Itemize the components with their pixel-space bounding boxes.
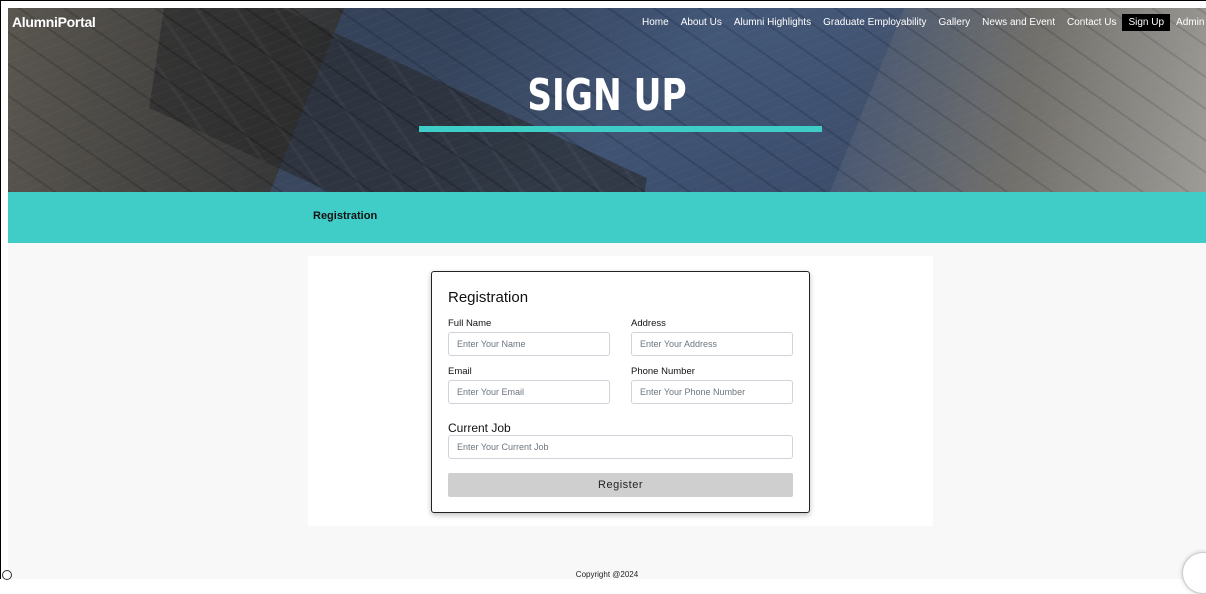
- main-nav: Home About Us Alumni Highlights Graduate…: [636, 14, 1206, 31]
- section-band-title: Registration: [313, 210, 378, 222]
- nav-graduate-employability[interactable]: Graduate Employability: [817, 14, 932, 31]
- nav-contact-us[interactable]: Contact Us: [1061, 14, 1122, 31]
- registration-card: Registration Full Name Address Email Pho…: [431, 271, 810, 513]
- email-label: Email: [448, 366, 472, 377]
- hero-banner: AlumniPortal Home About Us Alumni Highli…: [8, 8, 1206, 192]
- nav-admin[interactable]: Admin: [1170, 14, 1206, 31]
- nav-about-us[interactable]: About Us: [675, 14, 728, 31]
- registration-title: Registration: [448, 289, 529, 306]
- email-input[interactable]: [448, 380, 610, 404]
- hero-title-underline: [419, 126, 822, 132]
- footer-copyright: Copyright @2024: [575, 570, 639, 579]
- register-button[interactable]: Register: [448, 473, 793, 497]
- full-name-input[interactable]: [448, 332, 610, 356]
- current-job-input[interactable]: [448, 435, 793, 459]
- nav-sign-up[interactable]: Sign Up: [1122, 14, 1171, 31]
- phone-number-label: Phone Number: [631, 366, 695, 377]
- nav-alumni-highlights[interactable]: Alumni Highlights: [728, 14, 817, 31]
- nav-news-and-event[interactable]: News and Event: [976, 14, 1061, 31]
- address-label: Address: [631, 318, 666, 329]
- nav-home[interactable]: Home: [636, 14, 675, 31]
- site-logo[interactable]: AlumniPortal: [12, 14, 96, 30]
- page-frame: AlumniPortal Home About Us Alumni Highli…: [8, 8, 1206, 579]
- nav-gallery[interactable]: Gallery: [932, 14, 976, 31]
- address-input[interactable]: [631, 332, 793, 356]
- current-job-label: Current Job: [448, 421, 511, 435]
- section-band: Registration: [8, 192, 1206, 243]
- full-name-label: Full Name: [448, 318, 492, 329]
- window-left-border: [0, 0, 1, 579]
- window-top-border: [0, 0, 1206, 1]
- phone-number-input[interactable]: [631, 380, 793, 404]
- hero-title: SIGN UP: [527, 70, 687, 121]
